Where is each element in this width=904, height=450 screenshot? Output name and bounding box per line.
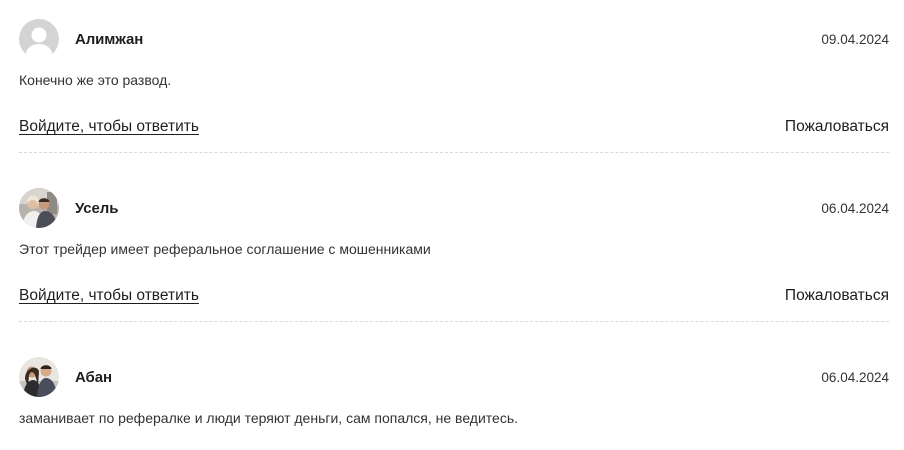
login-to-reply-link[interactable]: Войдите, чтобы ответить	[19, 287, 199, 305]
user-photo-avatar	[19, 188, 59, 228]
comment-divider	[19, 152, 889, 153]
comment-header: Алимжан 09.04.2024	[19, 19, 889, 60]
comment-header: Усель 06.04.2024	[19, 188, 889, 229]
comments-list: Алимжан 09.04.2024 Конечно же это развод…	[0, 0, 904, 450]
login-to-reply-link[interactable]: Войдите, чтобы ответить	[19, 118, 199, 136]
comment-item: Усель 06.04.2024 Этот трейдер имеет рефе…	[19, 188, 889, 322]
report-link[interactable]: Пожаловаться	[785, 118, 889, 136]
comment-item: Алимжан 09.04.2024 Конечно же это развод…	[19, 19, 889, 153]
report-link[interactable]: Пожаловаться	[785, 287, 889, 305]
comment-author: Алимжан	[75, 31, 144, 48]
default-avatar-icon	[19, 19, 59, 59]
comment-author: Усель	[75, 200, 119, 217]
comment-text: Этот трейдер имеет реферальное соглашени…	[19, 241, 431, 257]
user-photo-avatar	[19, 357, 59, 397]
comment-divider	[19, 321, 889, 322]
comment-date: 06.04.2024	[821, 201, 889, 216]
comment-text: заманивает по рефералке и люди теряют де…	[19, 410, 519, 426]
comment-header: Абан 06.04.2024	[19, 357, 889, 398]
comment-author: Абан	[75, 369, 112, 386]
comment-date: 09.04.2024	[821, 32, 889, 47]
comment-date: 06.04.2024	[821, 370, 889, 385]
comment-text: Конечно же это развод.	[19, 72, 172, 88]
comment-item: Абан 06.04.2024 заманивает по рефералке …	[19, 357, 889, 426]
comment-actions: Войдите, чтобы ответить Пожаловаться	[19, 118, 889, 138]
comment-actions: Войдите, чтобы ответить Пожаловаться	[19, 287, 889, 307]
